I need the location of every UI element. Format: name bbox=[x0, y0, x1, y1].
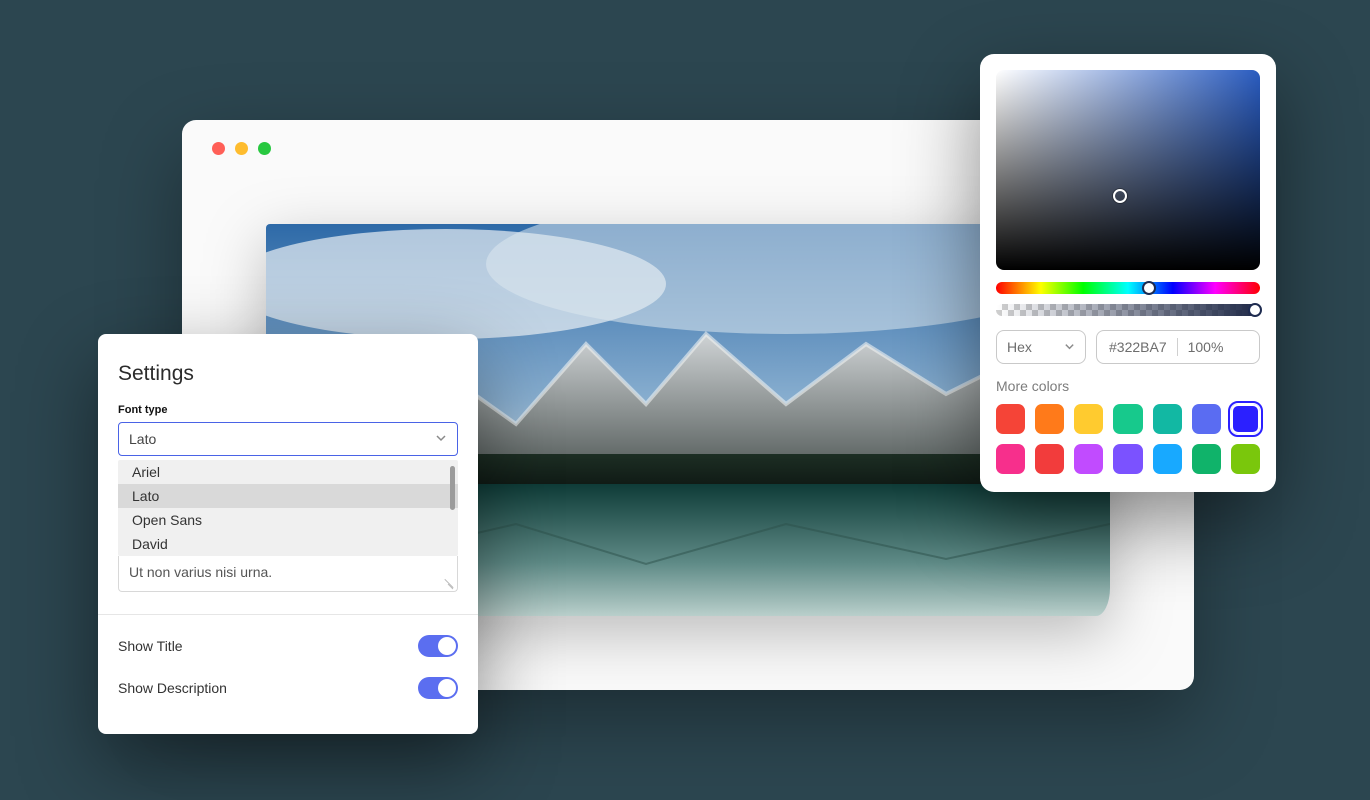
color-swatch[interactable] bbox=[1192, 444, 1221, 474]
color-swatch[interactable] bbox=[1192, 404, 1221, 434]
hue-handle[interactable] bbox=[1142, 281, 1156, 295]
description-text: Ut non varius nisi urna. bbox=[129, 564, 272, 580]
font-type-selected-value: Lato bbox=[129, 431, 156, 447]
options-scrollbar[interactable] bbox=[450, 466, 455, 510]
color-swatch[interactable] bbox=[996, 404, 1025, 434]
opacity-value-input[interactable]: 100% bbox=[1188, 339, 1224, 355]
font-type-options: Ariel Lato Open Sans David bbox=[118, 460, 458, 556]
color-swatch[interactable] bbox=[1231, 404, 1260, 434]
saturation-field[interactable] bbox=[996, 70, 1260, 270]
color-swatch[interactable] bbox=[1074, 404, 1103, 434]
font-option[interactable]: Ariel bbox=[118, 460, 458, 484]
color-swatch[interactable] bbox=[996, 444, 1025, 474]
color-mode-value: Hex bbox=[1007, 339, 1032, 355]
alpha-slider[interactable] bbox=[996, 304, 1260, 316]
color-swatch[interactable] bbox=[1113, 404, 1142, 434]
color-swatch[interactable] bbox=[1074, 444, 1103, 474]
traffic-close-icon[interactable] bbox=[212, 142, 225, 155]
alpha-handle[interactable] bbox=[1248, 303, 1262, 317]
saturation-cursor-icon[interactable] bbox=[1113, 189, 1127, 203]
divider bbox=[1177, 338, 1178, 356]
resize-grip-icon[interactable] bbox=[443, 577, 453, 587]
show-description-label: Show Description bbox=[118, 680, 227, 696]
hex-input-group: #322BA7 100% bbox=[1096, 330, 1260, 364]
font-option[interactable]: Open Sans bbox=[118, 508, 458, 532]
font-type-select[interactable]: Lato bbox=[118, 422, 458, 456]
settings-panel: Settings Font type Lato Ariel Lato Open … bbox=[98, 334, 478, 734]
traffic-minimize-icon[interactable] bbox=[235, 142, 248, 155]
color-mode-select[interactable]: Hex bbox=[996, 330, 1086, 364]
traffic-lights bbox=[212, 142, 271, 155]
color-swatch[interactable] bbox=[1153, 444, 1182, 474]
color-swatch[interactable] bbox=[1231, 444, 1260, 474]
color-swatch[interactable] bbox=[1035, 444, 1064, 474]
chevron-down-icon bbox=[435, 431, 447, 447]
color-swatches bbox=[996, 404, 1260, 474]
font-type-label: Font type bbox=[98, 404, 478, 422]
chevron-down-icon bbox=[1064, 339, 1075, 355]
color-swatch[interactable] bbox=[1113, 444, 1142, 474]
hue-slider[interactable] bbox=[996, 282, 1260, 294]
color-swatch[interactable] bbox=[1035, 404, 1064, 434]
show-title-label: Show Title bbox=[118, 638, 183, 654]
settings-title: Settings bbox=[98, 362, 478, 404]
show-title-toggle[interactable] bbox=[418, 635, 458, 657]
traffic-zoom-icon[interactable] bbox=[258, 142, 271, 155]
hex-value-input[interactable]: #322BA7 bbox=[1109, 339, 1167, 355]
more-colors-label: More colors bbox=[996, 378, 1260, 394]
color-picker-panel: Hex #322BA7 100% More colors bbox=[980, 54, 1276, 492]
show-description-toggle[interactable] bbox=[418, 677, 458, 699]
divider bbox=[98, 614, 478, 615]
description-textarea[interactable]: Ut non varius nisi urna. bbox=[118, 556, 458, 592]
color-swatch[interactable] bbox=[1153, 404, 1182, 434]
font-option[interactable]: Lato bbox=[118, 484, 458, 508]
font-option[interactable]: David bbox=[118, 532, 458, 556]
